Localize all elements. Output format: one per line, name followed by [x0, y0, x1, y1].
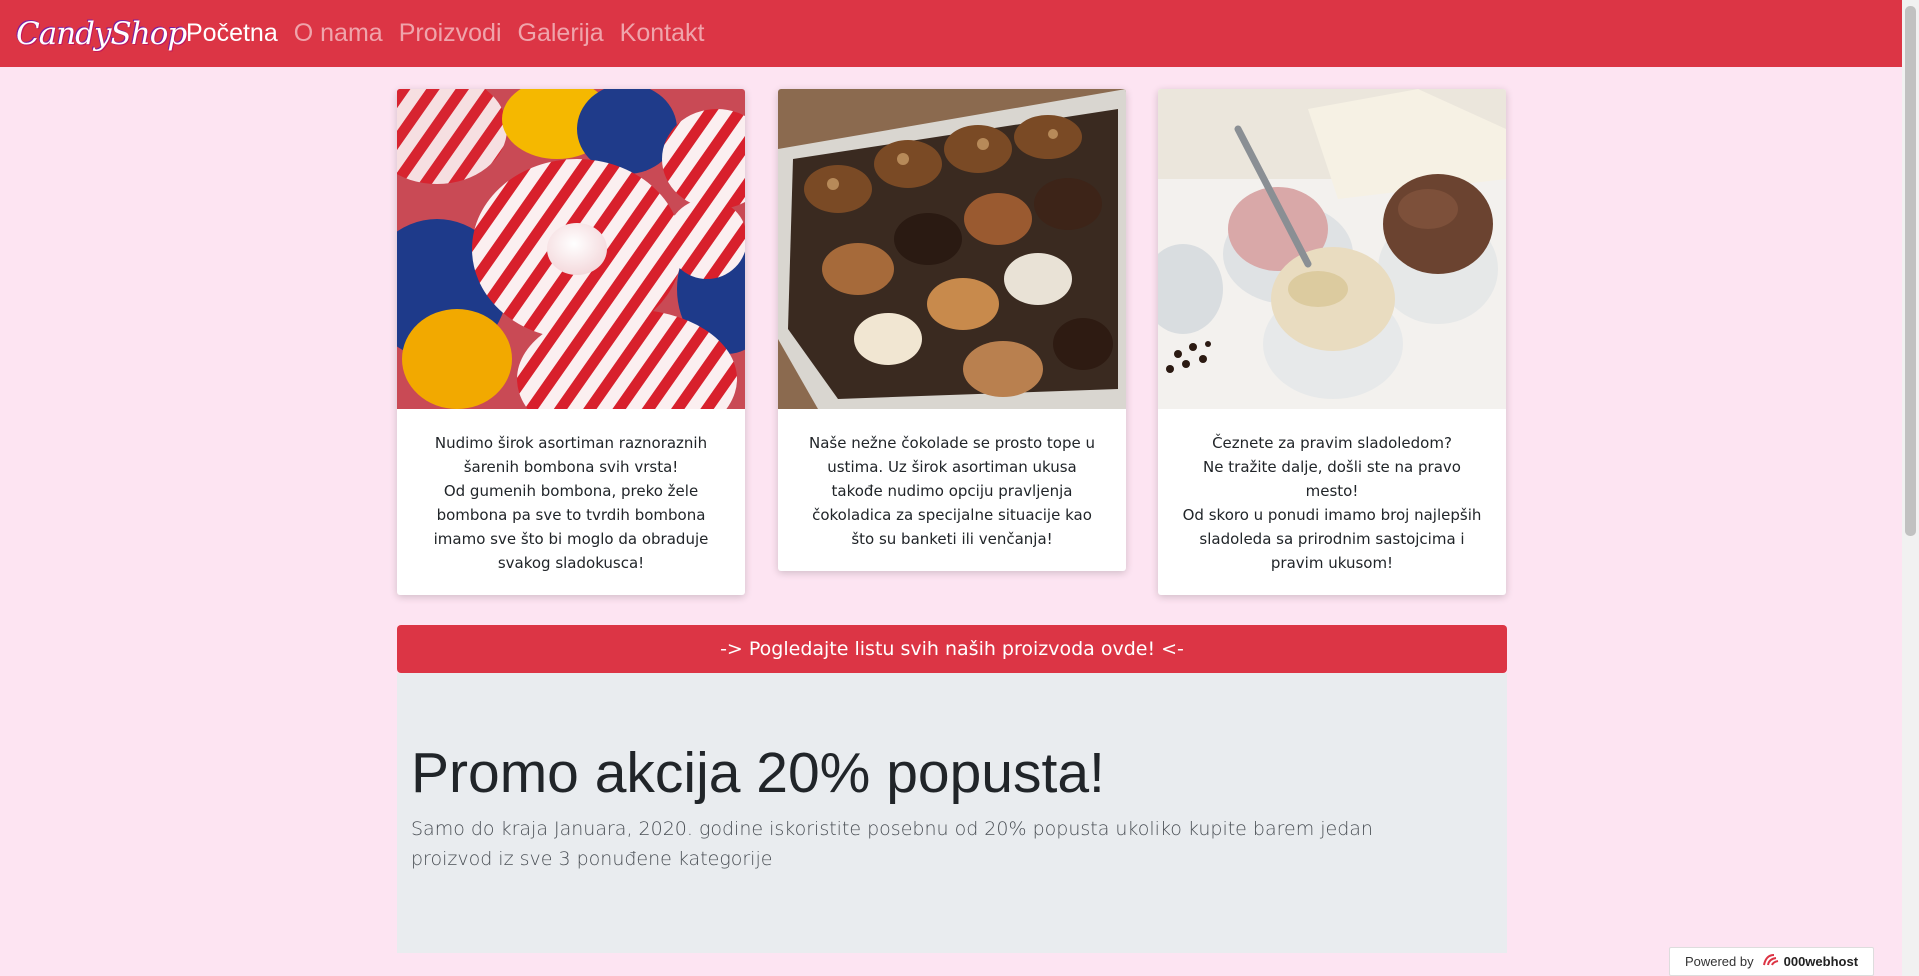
card-text-icecream: Čeznete za pravim sladoledom? Ne tražite…	[1158, 409, 1506, 595]
nav-link-kontakt[interactable]: Kontakt	[620, 19, 705, 48]
card-text-candies: Nudimo širok asortiman raznoraznih šaren…	[397, 409, 745, 595]
nav-link-pocetna[interactable]: Početna	[186, 19, 278, 48]
card-text-chocolates: Naše nežne čokolade se prosto tope u ust…	[778, 409, 1126, 571]
promo-text: Samo do kraja Januara, 2020. godine isko…	[411, 818, 1373, 870]
brand-logo[interactable]: CandyShop	[16, 16, 187, 52]
ice-cream-bowls-image	[1158, 89, 1506, 409]
card-text-line: Ne tražite dalje, došli ste na pravo mes…	[1203, 458, 1461, 500]
navbar: CandyShop Početna O nama Proizvodi Galer…	[0, 0, 1902, 67]
scrollbar-thumb[interactable]	[1905, 6, 1916, 536]
vertical-scrollbar[interactable]	[1902, 0, 1919, 976]
view-all-products-button[interactable]: -> Pogledajte listu svih naših proizvoda…	[397, 625, 1507, 673]
card-text-line: Od skoro u ponudi imamo broj najlepših s…	[1182, 506, 1482, 572]
promo-jumbotron: Promo akcija 20% popusta! Samo do kraja …	[397, 673, 1507, 953]
peppermint-candies-image	[397, 89, 745, 409]
chocolate-box-image	[778, 89, 1126, 409]
product-card-icecream: Čeznete za pravim sladoledom? Ne tražite…	[1158, 89, 1506, 595]
product-card-candies: Nudimo širok asortiman raznoraznih šaren…	[397, 89, 745, 595]
nav-link-galerija[interactable]: Galerija	[518, 19, 604, 48]
card-text-line: Od gumenih bombona, preko žele bombona p…	[433, 482, 709, 572]
powered-by-label: Powered by	[1684, 954, 1754, 969]
nav-link-proizvodi[interactable]: Proizvodi	[399, 19, 502, 48]
product-card-chocolates: Naše nežne čokolade se prosto tope u ust…	[778, 89, 1126, 571]
powered-by-brand: 000webhost	[1783, 954, 1859, 969]
nav-links: Početna O nama Proizvodi Galerija Kontak…	[186, 19, 720, 48]
nav-link-o-nama[interactable]: O nama	[294, 19, 383, 48]
powered-by-badge[interactable]: Powered by 000webhost	[1669, 947, 1874, 976]
promo-title: Promo akcija 20% popusta!	[411, 741, 1105, 805]
webhost-logo-icon	[1762, 953, 1780, 970]
card-text-line: Čeznete za pravim sladoledom?	[1212, 434, 1452, 452]
card-text-line: Nudimo širok asortiman raznoraznih šaren…	[434, 434, 708, 476]
card-text-line: Naše nežne čokolade se prosto tope u ust…	[808, 434, 1096, 548]
